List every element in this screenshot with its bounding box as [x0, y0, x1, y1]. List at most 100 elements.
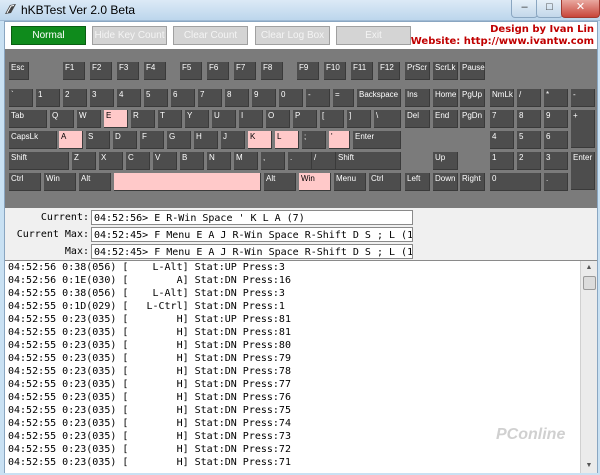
close-button[interactable]: ✕ [561, 0, 600, 18]
credit-website: Website: http://www.ivantw.com [410, 36, 594, 47]
key-right: Right [460, 173, 485, 191]
key-bslash: \ [374, 110, 401, 128]
max-label: Max: [64, 246, 89, 257]
key-kp8: 8 [517, 110, 541, 128]
key-f8: F8 [261, 62, 283, 80]
key-n: N [207, 152, 231, 170]
key-comma: , [261, 152, 285, 170]
key-lbr: [ [320, 110, 344, 128]
key-rwin: Win [299, 173, 331, 191]
key-n4: 4 [117, 89, 141, 107]
key-period: . [288, 152, 312, 170]
key-d: D [113, 131, 137, 149]
key-n9: 9 [252, 89, 276, 107]
key-f10: F10 [324, 62, 346, 80]
key-lalt: Alt [79, 173, 111, 191]
current-max-value: 04:52:45> F Menu E A J R-Win Space R-Shi… [91, 227, 413, 242]
key-semi: ; [302, 131, 326, 149]
minimize-button[interactable]: – [511, 0, 538, 18]
key-kp-enter: Enter [571, 152, 595, 190]
key-q: Q [50, 110, 74, 128]
key-f9: F9 [297, 62, 319, 80]
key-kp0: 0 [490, 173, 541, 191]
key-space [114, 173, 261, 191]
key-kp-dot: . [544, 173, 568, 191]
key-kp9: 9 [544, 110, 568, 128]
log-line: 04:52:55 0:1D(029) [ L-Ctrl] Stat:DN Pre… [8, 301, 285, 312]
key-f11: F11 [351, 62, 373, 80]
key-prscr: PrScr [405, 62, 430, 80]
log-line: 04:52:55 0:23(035) [ H] Stat:DN Press:72 [8, 444, 291, 455]
log-line: 04:52:55 0:23(035) [ H] Stat:DN Press:76 [8, 392, 291, 403]
key-x: X [99, 152, 123, 170]
key-n8: 8 [225, 89, 249, 107]
key-f1: F1 [63, 62, 85, 80]
key-kp-add: + [571, 110, 595, 148]
log-line: 04:52:55 0:23(035) [ H] Stat:DN Press:73 [8, 431, 291, 442]
key-rshift: Shift [336, 152, 401, 170]
maximize-button[interactable]: □ [536, 0, 563, 18]
key-f7: F7 [234, 62, 256, 80]
key-l: L [275, 131, 299, 149]
key-f2: F2 [90, 62, 112, 80]
credit-designer: Design by Ivan Lin [490, 24, 594, 35]
clear-count-button[interactable]: Clear Count [173, 26, 248, 45]
key-f5: F5 [180, 62, 202, 80]
key-home: Home [433, 89, 458, 107]
key-lwin: Win [44, 173, 76, 191]
key-del: Del [405, 110, 430, 128]
key-kp3: 3 [544, 152, 568, 170]
key-enter: Enter [353, 131, 401, 149]
key-ralt: Alt [264, 173, 296, 191]
scroll-down-arrow-icon[interactable]: ▼ [581, 459, 597, 473]
key-kp7: 7 [490, 110, 514, 128]
key-up: Up [433, 152, 458, 170]
log-line: 04:52:55 0:23(035) [ H] Stat:UP Press:81 [8, 314, 291, 325]
key-left: Left [405, 173, 430, 191]
keyboard-view: Esc F1 F2 F3 F4 F5 F6 F7 F8 F9 F10 F11 F12 PrScr ScrLk… [5, 49, 597, 208]
key-f12: F12 [378, 62, 400, 80]
key-kp4: 4 [490, 131, 514, 149]
exit-button[interactable]: Exit [336, 26, 411, 45]
key-slash: / [312, 152, 336, 170]
key-ins: Ins [405, 89, 430, 107]
log-line: 04:52:55 0:23(035) [ H] Stat:DN Press:77 [8, 379, 291, 390]
key-end: End [433, 110, 458, 128]
key-f: F [140, 131, 164, 149]
key-v: V [153, 152, 177, 170]
normal-button[interactable]: Normal [11, 26, 86, 45]
key-caps: CapsLk [9, 131, 57, 149]
key-b: B [180, 152, 204, 170]
key-t: T [158, 110, 182, 128]
key-menu: Menu [334, 173, 366, 191]
app-icon [5, 4, 16, 14]
key-backspace: Backspace [357, 89, 401, 107]
key-kp5: 5 [517, 131, 541, 149]
clear-log-box-button[interactable]: Clear Log Box [255, 26, 330, 45]
key-kp-mul: * [544, 89, 568, 107]
key-a: A [59, 131, 83, 149]
log-line: 04:52:55 0:23(035) [ H] Stat:DN Press:79 [8, 353, 291, 364]
log-scrollbar[interactable]: ▲ ▼ [580, 261, 597, 473]
window-title: hKBTest Ver 2.0 Beta [21, 3, 136, 17]
scroll-up-arrow-icon[interactable]: ▲ [581, 261, 597, 275]
current-value: 04:52:56> E R-Win Space ' K L A (7) [91, 210, 413, 225]
scroll-thumb[interactable] [583, 276, 596, 290]
hide-key-count-button[interactable]: Hide Key Count [92, 26, 167, 45]
key-n5: 5 [144, 89, 168, 107]
key-kp-sub: - [571, 89, 595, 107]
key-pause: Pause [460, 62, 485, 80]
key-s: S [86, 131, 110, 149]
key-n1: 1 [36, 89, 60, 107]
title-bar[interactable]: hKBTest Ver 2.0 Beta – □ ✕ [0, 0, 600, 21]
key-j: J [221, 131, 245, 149]
key-n3: 3 [90, 89, 114, 107]
log-line: 04:52:55 0:23(035) [ H] Stat:DN Press:81 [8, 327, 291, 338]
key-n7: 7 [198, 89, 222, 107]
key-n6: 6 [171, 89, 195, 107]
key-tab: Tab [9, 110, 47, 128]
key-rbr: ] [347, 110, 371, 128]
key-k: K [248, 131, 272, 149]
key-kp1: 1 [490, 152, 514, 170]
app-window: Normal Hide Key Count Clear Count Clear … [4, 21, 598, 473]
